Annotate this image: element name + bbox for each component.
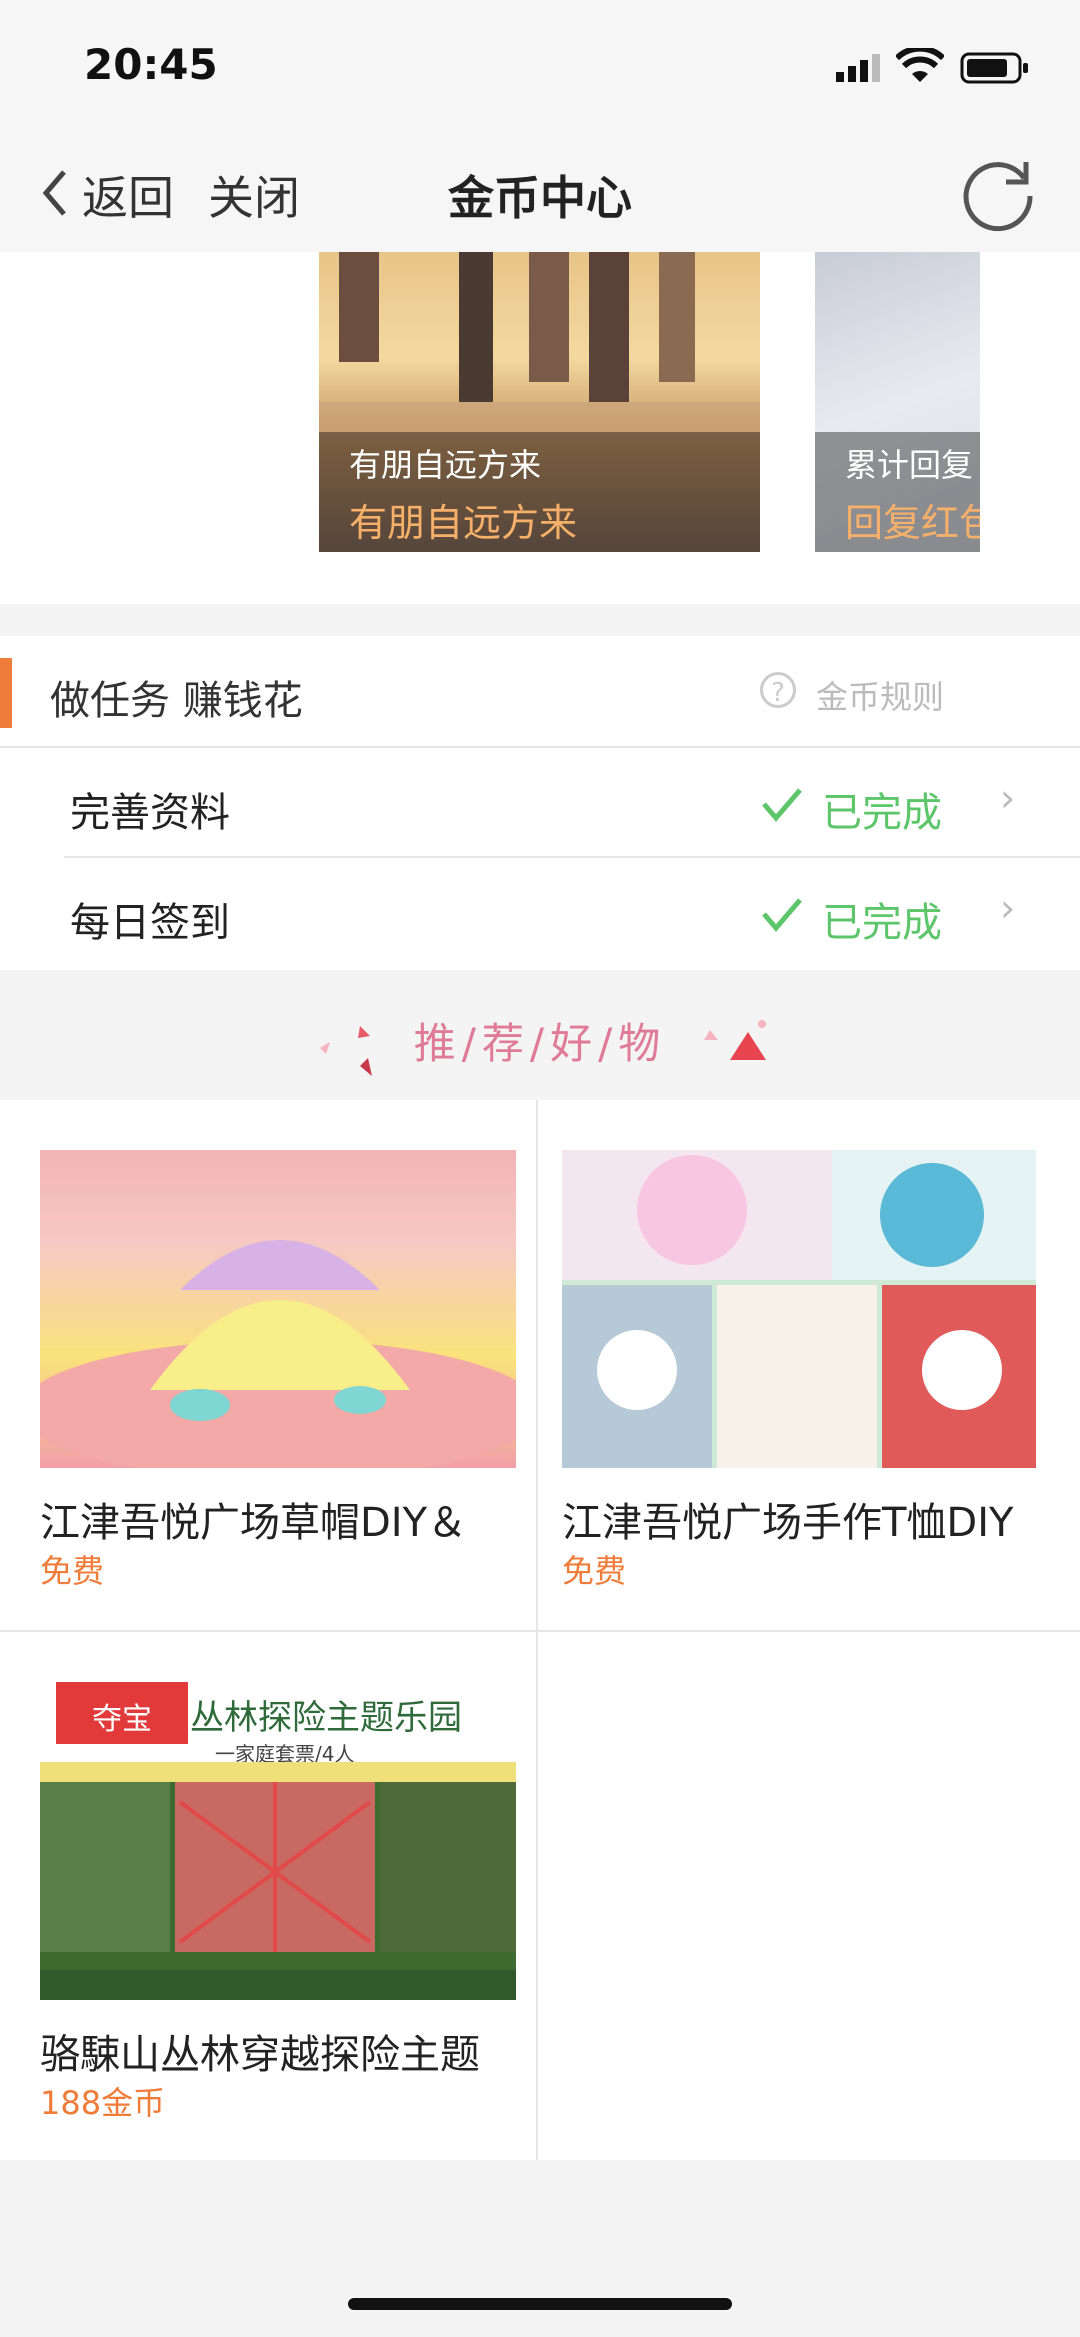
status-time: 20:45 bbox=[84, 40, 218, 89]
poster-footer bbox=[40, 1970, 516, 2000]
banner-caption: 累计回复 回复红包 bbox=[815, 432, 980, 552]
product-price: 免费 bbox=[40, 1552, 105, 1590]
task-section: 做任务 赚钱花 ? 金币规则 完善资料 已完成 › 每日签到 已完成 › bbox=[0, 636, 1080, 970]
poster-band bbox=[40, 1762, 516, 1782]
banner-caption-top: 有朋自远方来 bbox=[349, 446, 542, 484]
checkmark-icon bbox=[760, 894, 804, 938]
task-section-title: 做任务 赚钱花 bbox=[50, 678, 303, 724]
refresh-button[interactable] bbox=[956, 152, 1040, 240]
product-name: 骆駷山丛林穿越探险主题 bbox=[40, 2032, 480, 2078]
home-indicator[interactable] bbox=[348, 2298, 732, 2310]
banner-card[interactable]: 累计回复 回复红包 bbox=[815, 252, 980, 552]
banner-caption-bottom: 有朋自远方来 bbox=[349, 501, 578, 545]
signal-icon bbox=[836, 52, 886, 90]
product-image bbox=[562, 1150, 1036, 1468]
banner-card[interactable]: 有朋自远方来 有朋自远方来 bbox=[319, 252, 760, 552]
chevron-right-icon: › bbox=[1000, 776, 1016, 820]
product-name: 江津吾悦广场草帽DIY＆ bbox=[40, 1500, 468, 1546]
rules-label: 金币规则 bbox=[816, 678, 945, 716]
nav-bar: 返回 关闭 金币中心 bbox=[0, 130, 1080, 252]
product-price: 188金币 bbox=[40, 2084, 166, 2122]
recommend-title: 推/荐/好/物 bbox=[413, 1019, 667, 1068]
wifi-icon bbox=[894, 45, 946, 88]
battery-icon bbox=[960, 52, 1030, 88]
task-status: 已完成 bbox=[822, 900, 942, 946]
product-name: 江津吾悦广场手作T恤DIY bbox=[562, 1500, 1014, 1546]
task-row[interactable]: 完善资料 已完成 › bbox=[0, 748, 1080, 856]
banner-carousel[interactable]: 有朋自远方来 有朋自远方来 累计回复 回复红包 bbox=[0, 252, 1080, 604]
chevron-right-icon: › bbox=[1000, 886, 1016, 930]
poster-title: 丛林探险主题乐园 bbox=[190, 1698, 462, 1738]
banner-caption: 有朋自远方来 有朋自远方来 bbox=[319, 432, 760, 552]
task-label: 完善资料 bbox=[70, 790, 230, 836]
product-card[interactable]: 江津吾悦广场手作T恤DIY 免费 bbox=[538, 1100, 1080, 1630]
page-title: 金币中心 bbox=[448, 171, 632, 225]
product-card[interactable]: 丛林探险主题乐园 一家庭套票/4人 夺宝 骆駷山丛林穿越探险主题 188金币 bbox=[0, 1632, 536, 2160]
product-image bbox=[40, 1150, 516, 1468]
banner-caption-bottom: 回复红包 bbox=[845, 501, 980, 545]
product-image: 丛林探险主题乐园 一家庭套票/4人 夺宝 bbox=[40, 1682, 516, 2000]
decor-right-icon bbox=[690, 1010, 780, 1084]
checkmark-icon bbox=[760, 784, 804, 828]
task-row[interactable]: 每日签到 已完成 › bbox=[0, 858, 1080, 966]
poster-photo bbox=[40, 1782, 516, 1970]
help-icon: ? bbox=[760, 672, 796, 708]
rules-link[interactable]: ? 金币规则 bbox=[760, 672, 960, 716]
refresh-icon bbox=[956, 162, 1040, 240]
product-price: 免费 bbox=[562, 1552, 627, 1590]
task-label: 每日签到 bbox=[70, 900, 230, 946]
banner-caption-top: 累计回复 bbox=[845, 446, 974, 484]
product-card[interactable]: 江津吾悦广场草帽DIY＆ 免费 bbox=[0, 1100, 536, 1630]
treasure-badge-label: 夺宝 bbox=[92, 1702, 152, 1737]
section-accent-bar bbox=[0, 658, 12, 728]
status-bar: 20:45 bbox=[0, 0, 1080, 130]
product-grid: 江津吾悦广场草帽DIY＆ 免费 江津吾悦广场手作T恤DIY 免费 丛林探险主题乐… bbox=[0, 1100, 1080, 2160]
task-status: 已完成 bbox=[822, 790, 942, 836]
